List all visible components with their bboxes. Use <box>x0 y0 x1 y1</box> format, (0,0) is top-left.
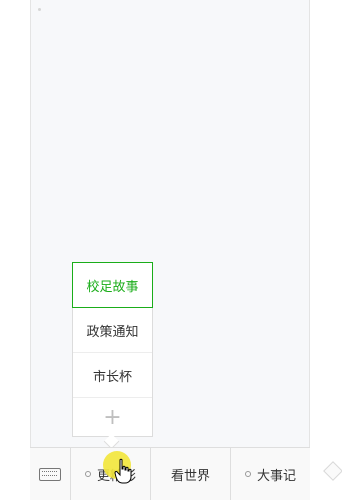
menu-item-dashiji[interactable]: 大事记 <box>231 448 310 500</box>
keyboard-toggle-button[interactable] <box>30 448 71 500</box>
submenu-item-label: 校足故事 <box>86 279 139 295</box>
menu-item-label: 看世界 <box>170 468 210 484</box>
menu-item-kanshijie[interactable]: 看世界 <box>151 448 231 500</box>
keyboard-icon <box>39 467 61 481</box>
submenu-popup: 校足故事 政策通知 市长杯 + <box>72 262 153 437</box>
submenu-dot-icon <box>84 471 91 477</box>
bottom-menu-bar: 更精彩 看世界 大事记 <box>30 447 310 500</box>
submenu-item-xiaozu-gushi[interactable]: 校足故事 <box>72 262 153 308</box>
submenu-item-label: 市长杯 <box>92 369 132 385</box>
hand-cursor-icon <box>114 458 132 484</box>
plus-icon: + <box>103 405 122 430</box>
edge-handle <box>323 461 342 481</box>
add-submenu-button[interactable]: + <box>73 398 152 437</box>
submenu-item-label: 政策通知 <box>86 324 139 340</box>
submenu-dot-icon <box>244 471 251 477</box>
corner-dot <box>38 8 41 11</box>
submenu-item-zhengce-tongzhi[interactable]: 政策通知 <box>73 308 152 353</box>
submenu-item-shizhangbei[interactable]: 市长杯 <box>73 353 152 398</box>
menu-item-label: 大事记 <box>256 468 296 484</box>
